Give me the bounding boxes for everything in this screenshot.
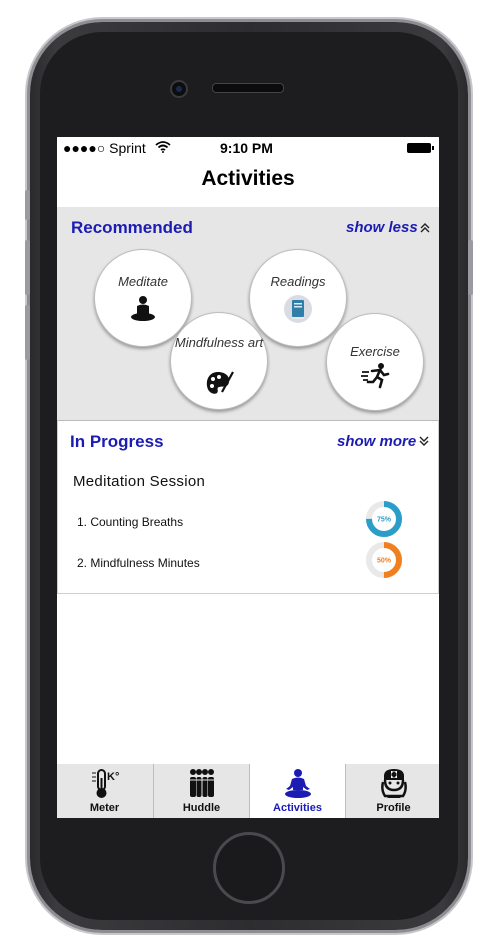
tab-label: Meter [89,802,120,814]
tab-profile[interactable]: Profile [346,764,439,818]
progress-item-label[interactable]: 2. Mindfulness Minutes [77,556,200,570]
wifi-icon [155,141,171,153]
power-button [468,240,473,295]
progress-percent: 50% [377,558,392,565]
meditate-icon [131,296,155,321]
svg-text:K°: K° [107,771,119,783]
recommended-section: Recommended show less Meditate Readings [57,207,439,420]
meditate-icon [285,769,311,798]
progress-ring-1: 50% [366,542,402,578]
progress-percent: 75% [377,517,392,524]
volume-up-button [25,240,30,295]
battery-icon [407,143,434,153]
tab-label: Huddle [182,802,221,814]
status-bar: ●●●●○ Sprint 9:10 PM [57,137,439,159]
activity-mindfulness-art[interactable]: Mindfulness art [170,312,268,410]
activity-label: Readings [270,274,326,289]
activity-label: Meditate [118,274,168,289]
page-title: Activities [201,167,295,190]
group-icon [188,769,216,797]
app-screen: ●●●●○ Sprint 9:10 PM Activities Recommen… [57,137,439,818]
recommended-title: Recommended [71,218,193,237]
earpiece-speaker [212,83,284,93]
carrier-label: ●●●●○ Sprint [63,140,146,156]
in-progress-section: In Progress show more Meditation Session… [57,420,439,594]
tab-label: Profile [376,802,411,814]
tab-meter[interactable]: K° Meter [57,764,152,818]
show-more-link[interactable]: show more [337,433,416,450]
activity-label: Mindfulness art [174,335,264,350]
front-camera [170,80,188,98]
home-button[interactable] [213,832,285,904]
tab-label: Activities [273,802,322,814]
activity-label: Exercise [350,344,400,359]
chevron-down-icon[interactable] [418,435,430,447]
nurse-icon [381,769,407,798]
tab-huddle[interactable]: Huddle [154,764,249,818]
progress-ring-0: 75% [366,501,402,537]
chevron-up-icon[interactable] [419,222,431,234]
tab-bar: K° Meter Huddle Activities Profile [57,764,439,818]
palette-icon [206,371,234,394]
progress-item-label[interactable]: 1. Counting Breaths [77,515,183,529]
status-time: 9:10 PM [220,140,273,156]
in-progress-title: In Progress [70,432,164,451]
volume-down-button [25,305,30,360]
tab-activities[interactable]: Activities [250,764,345,818]
book-icon [284,295,312,323]
activity-readings[interactable]: Readings [249,249,347,347]
session-title: Meditation Session [73,473,206,490]
thermometer-icon: K° [92,769,119,798]
mute-switch [25,190,30,220]
running-icon [361,363,390,389]
show-less-link[interactable]: show less [346,219,418,236]
activity-meditate[interactable]: Meditate [94,249,192,347]
activity-exercise[interactable]: Exercise [326,313,424,411]
